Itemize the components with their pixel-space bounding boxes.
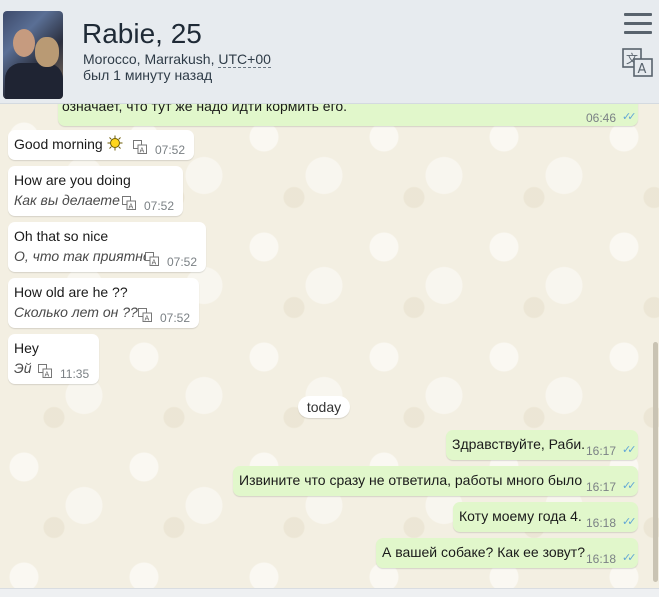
double-check-icon: ✓✓ [622, 552, 637, 564]
svg-text:A: A [129, 203, 134, 211]
message-text: How are you doing [14, 172, 131, 188]
contact-location: Morocco, Marrakush, UTC+00 [83, 51, 271, 68]
translate-icon[interactable]: A [133, 140, 147, 154]
message-translation: Сколько лет он ?? [14, 304, 138, 320]
translate-icon[interactable]: A [138, 308, 152, 322]
last-seen-status: был 1 минуту назад [83, 67, 213, 83]
message-text: А вашей собаке? Как ее зовут? [382, 544, 585, 560]
double-check-icon: ✓✓ [622, 444, 637, 456]
message-incoming[interactable]: Hey Эй A 11:35 [8, 334, 99, 384]
message-incoming[interactable]: How old are he ?? Сколько лет он ?? A 07… [8, 278, 199, 328]
message-outgoing[interactable]: означает, что тут же надо идти кормить е… [58, 104, 638, 126]
svg-text:A: A [638, 62, 647, 77]
svg-text:A: A [45, 371, 50, 379]
day-separator: today [298, 396, 350, 418]
message-time: 07:52 [144, 199, 175, 213]
message-text: Здравствуйте, Раби. [452, 436, 586, 452]
message-translation: Эй [14, 360, 32, 376]
message-outgoing[interactable]: А вашей собаке? Как ее зовут? 16:18 ✓✓ [376, 538, 638, 568]
message-outgoing[interactable]: Коту моему года 4. 16:18 ✓✓ [453, 502, 638, 532]
location-text: Morocco, Marrakush, [83, 51, 219, 67]
avatar[interactable] [3, 11, 63, 99]
message-text: How old are he ?? [14, 284, 128, 300]
message-text: Hey [14, 340, 39, 356]
message-text: Oh that so nice [14, 228, 109, 244]
hamburger-menu-icon[interactable] [624, 13, 652, 39]
message-text: означает, что тут же надо идти кормить е… [62, 104, 348, 114]
message-translation: Как вы делаете [14, 192, 120, 208]
translate-icon[interactable]: A [38, 364, 52, 378]
message-text: Good morning [14, 136, 103, 152]
avatar-figure [5, 63, 63, 99]
translate-icon[interactable]: A [122, 196, 136, 210]
translate-icon[interactable]: A [145, 252, 159, 266]
message-time: 11:35 [60, 367, 90, 381]
message-time: 07:52 [155, 143, 186, 157]
svg-text:A: A [140, 147, 145, 155]
message-time: 07:52 [167, 255, 198, 269]
sun-emoji-icon [107, 135, 123, 151]
message-text: Коту моему года 4. [459, 508, 582, 524]
message-time: 06:46 [586, 111, 617, 125]
message-time: 16:18 [586, 516, 617, 530]
message-incoming[interactable]: Good morning A 07:52 [8, 130, 194, 160]
message-time: 16:17 [586, 444, 617, 458]
scrollbar[interactable] [653, 342, 658, 582]
double-check-icon: ✓✓ [622, 516, 637, 528]
message-outgoing[interactable]: Здравствуйте, Раби. 16:17 ✓✓ [446, 430, 638, 460]
message-time: 16:17 [586, 480, 617, 494]
message-text: Извините что сразу не ответила, работы м… [239, 472, 583, 488]
double-check-icon: ✓✓ [622, 111, 637, 123]
message-list[interactable]: означает, что тут же надо идти кормить е… [0, 104, 659, 588]
avatar-dog [35, 37, 59, 67]
message-time: 07:52 [160, 311, 191, 325]
translate-icon[interactable]: 文 A [622, 48, 654, 78]
message-incoming[interactable]: How are you doing Как вы делаете A 07:52 [8, 166, 183, 216]
message-incoming[interactable]: Oh that so nice О, что так приятно A 07:… [8, 222, 206, 272]
message-outgoing[interactable]: Извините что сразу не ответила, работы м… [233, 466, 638, 496]
double-check-icon: ✓✓ [622, 480, 637, 492]
message-translation: О, что так приятно [14, 248, 151, 264]
svg-text:A: A [152, 259, 157, 267]
avatar-face [13, 29, 35, 57]
svg-text:A: A [145, 315, 150, 323]
timezone-link[interactable]: UTC+00 [218, 51, 271, 68]
chat-header: Rabie, 25 Morocco, Marrakush, UTC+00 был… [0, 0, 659, 104]
message-time: 16:18 [586, 552, 617, 566]
contact-name[interactable]: Rabie, 25 [82, 18, 202, 50]
